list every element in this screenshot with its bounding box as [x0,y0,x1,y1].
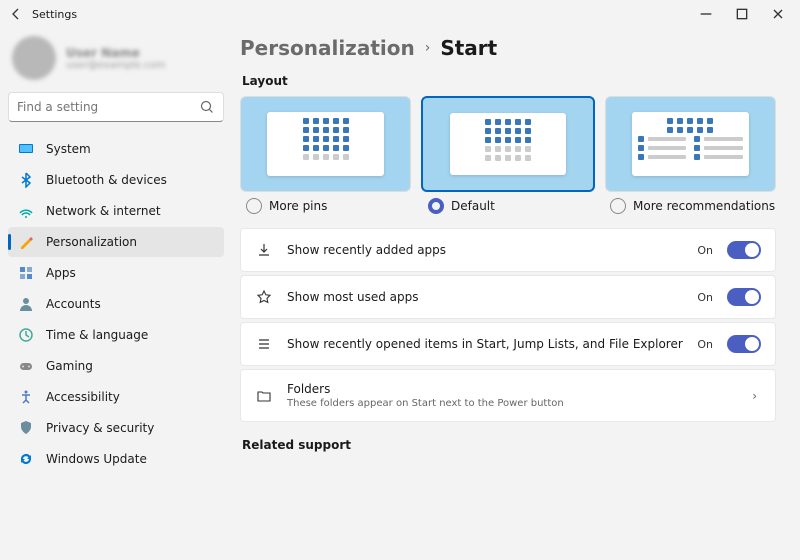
section-related-title: Related support [242,438,776,452]
layout-more-recs[interactable] [605,96,776,192]
radio-label: More pins [269,199,327,213]
sidebar-item-label: Accounts [46,297,101,311]
sidebar-item-apps[interactable]: Apps [8,258,224,288]
maximize-button[interactable] [724,0,760,28]
sidebar: User Name user@example.com System Blueto… [0,28,232,560]
bluetooth-icon [18,172,34,188]
sidebar-item-label: Gaming [46,359,93,373]
apps-icon [18,265,34,281]
star-icon [255,288,273,306]
layout-more-pins[interactable] [240,96,411,192]
layout-radios: More pins Default More recommendations [240,198,776,214]
profile-name: User Name [66,46,165,60]
setting-label: Show most used apps [287,290,683,304]
nav: System Bluetooth & devices Network & int… [8,134,224,474]
update-icon [18,451,34,467]
sidebar-item-label: Time & language [46,328,148,342]
sidebar-item-time[interactable]: Time & language [8,320,224,350]
sidebar-item-gaming[interactable]: Gaming [8,351,224,381]
sidebar-item-accounts[interactable]: Accounts [8,289,224,319]
sidebar-item-label: Network & internet [46,204,161,218]
layout-default[interactable] [421,96,594,192]
setting-folders[interactable]: Folders These folders appear on Start ne… [240,369,776,422]
sidebar-item-label: Apps [46,266,76,280]
sidebar-item-accessibility[interactable]: Accessibility [8,382,224,412]
setting-most-used: Show most used apps On [240,275,776,319]
toggle-recent-items[interactable] [727,335,761,353]
titlebar: Settings [0,0,800,28]
privacy-icon [18,420,34,436]
setting-label: Show recently opened items in Start, Jum… [287,337,683,351]
radio-label: Default [451,199,495,213]
download-icon [255,241,273,259]
setting-recently-added: Show recently added apps On [240,228,776,272]
sidebar-item-label: Windows Update [46,452,147,466]
toggle-state: On [697,291,713,304]
window-title: Settings [32,8,77,21]
sidebar-item-privacy[interactable]: Privacy & security [8,413,224,443]
breadcrumb: Personalization › Start [240,36,776,60]
gaming-icon [18,358,34,374]
sidebar-item-label: Privacy & security [46,421,154,435]
sidebar-item-label: Personalization [46,235,137,249]
radio-default[interactable]: Default [422,198,594,214]
search-input[interactable] [17,100,199,114]
radio-icon [246,198,262,214]
toggle-recently-added[interactable] [727,241,761,259]
radio-icon [428,198,444,214]
sidebar-item-label: Bluetooth & devices [46,173,167,187]
radio-icon [610,198,626,214]
profile[interactable]: User Name user@example.com [8,32,224,92]
toggle-most-used[interactable] [727,288,761,306]
setting-label: Folders [287,382,734,396]
layout-options [240,96,776,192]
time-icon [18,327,34,343]
back-button[interactable] [8,6,24,22]
radio-more-pins[interactable]: More pins [240,198,412,214]
list-icon [255,335,273,353]
radio-more-recs[interactable]: More recommendations [604,198,776,214]
setting-sublabel: These folders appear on Start next to th… [287,398,734,409]
search-box[interactable] [8,92,224,122]
radio-label: More recommendations [633,199,775,213]
breadcrumb-current: Start [440,36,497,60]
minimize-button[interactable] [688,0,724,28]
network-icon [18,203,34,219]
avatar [12,36,56,80]
sidebar-item-network[interactable]: Network & internet [8,196,224,226]
profile-email: user@example.com [66,60,165,71]
chevron-right-icon: › [425,40,431,56]
folder-icon [255,387,273,405]
sidebar-item-update[interactable]: Windows Update [8,444,224,474]
toggle-state: On [697,338,713,351]
chevron-right-icon: › [748,389,761,403]
main-content: Personalization › Start Layout More pins… [232,28,800,560]
close-button[interactable] [760,0,796,28]
section-layout-title: Layout [242,74,776,88]
setting-recent-items: Show recently opened items in Start, Jum… [240,322,776,366]
personalization-icon [18,234,34,250]
accessibility-icon [18,389,34,405]
setting-label: Show recently added apps [287,243,683,257]
system-icon [18,141,34,157]
accounts-icon [18,296,34,312]
sidebar-item-bluetooth[interactable]: Bluetooth & devices [8,165,224,195]
toggle-state: On [697,244,713,257]
sidebar-item-personalization[interactable]: Personalization [8,227,224,257]
sidebar-item-label: System [46,142,91,156]
search-icon [199,99,215,115]
breadcrumb-parent[interactable]: Personalization [240,36,415,60]
sidebar-item-label: Accessibility [46,390,120,404]
sidebar-item-system[interactable]: System [8,134,224,164]
